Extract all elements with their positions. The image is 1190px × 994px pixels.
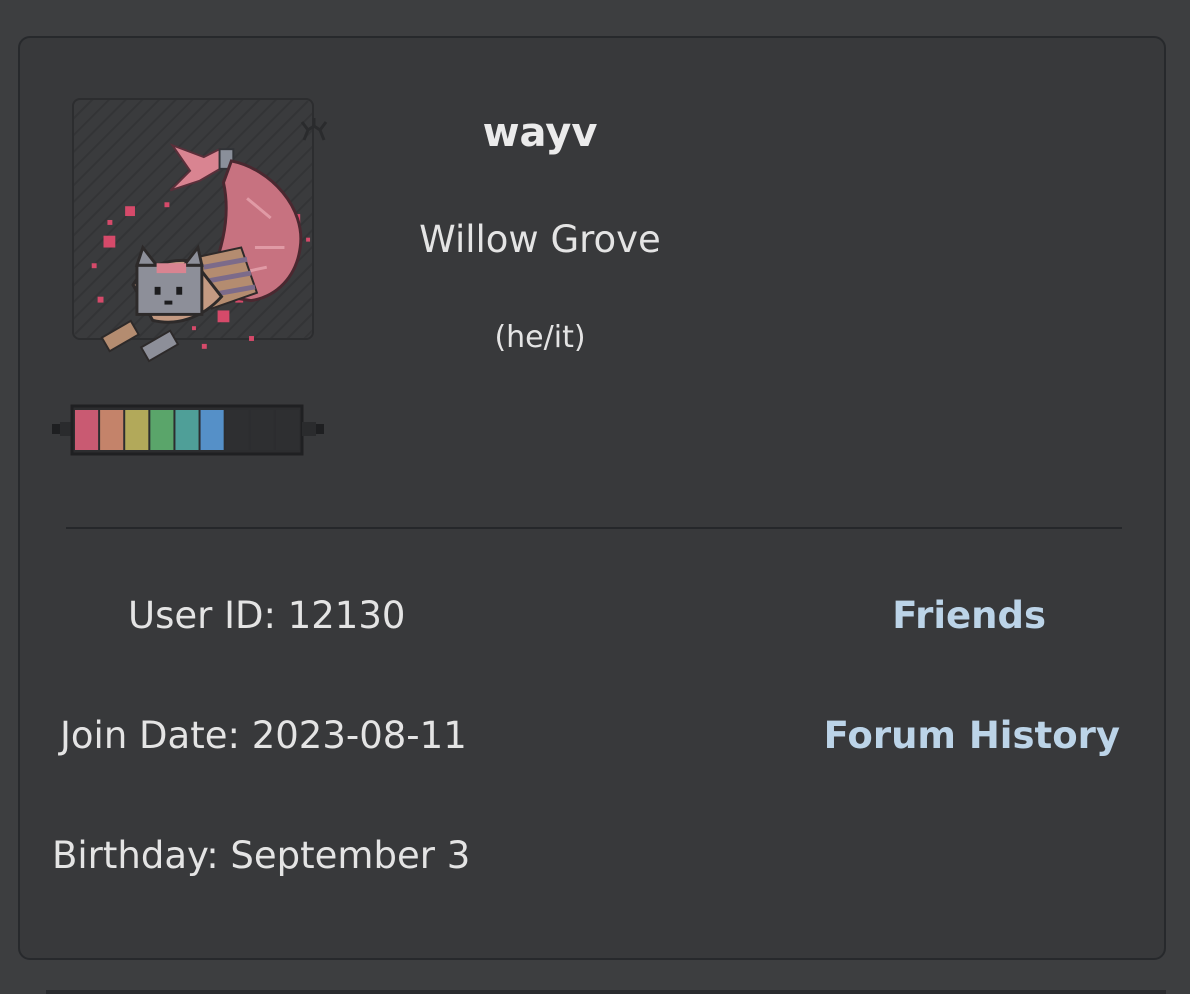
badge-segment-filled [175,410,199,450]
badge-segment-empty [225,410,249,450]
friends-link[interactable]: Friends [892,594,1046,637]
username: wayv [482,110,598,156]
badge-segment-filled [150,410,174,450]
divider [66,527,1122,529]
birthday: Birthday: September 3 [52,834,471,877]
rainbow-progress-badge [52,404,324,456]
pixel-cat-mermaid-icon [91,143,311,363]
badge-segment-filled [75,410,99,450]
pronouns: (he/it) [494,320,586,355]
badge-segment-filled [200,410,224,450]
badge-segment-filled [125,410,149,450]
avatar[interactable] [72,98,328,363]
antler-icon [300,118,328,141]
next-card-edge [46,990,1166,994]
location: Willow Grove [419,218,661,261]
badge-segment-empty [275,410,299,450]
join-date: Join Date: 2023-08-11 [60,714,467,757]
badge-segment-empty [250,410,274,450]
forum-history-link[interactable]: Forum History [824,714,1120,757]
badge-segment-filled [100,410,124,450]
profile-card: wayv Willow Grove (he/it) User ID: 12130… [18,36,1166,960]
user-id: User ID: 12130 [128,594,406,637]
